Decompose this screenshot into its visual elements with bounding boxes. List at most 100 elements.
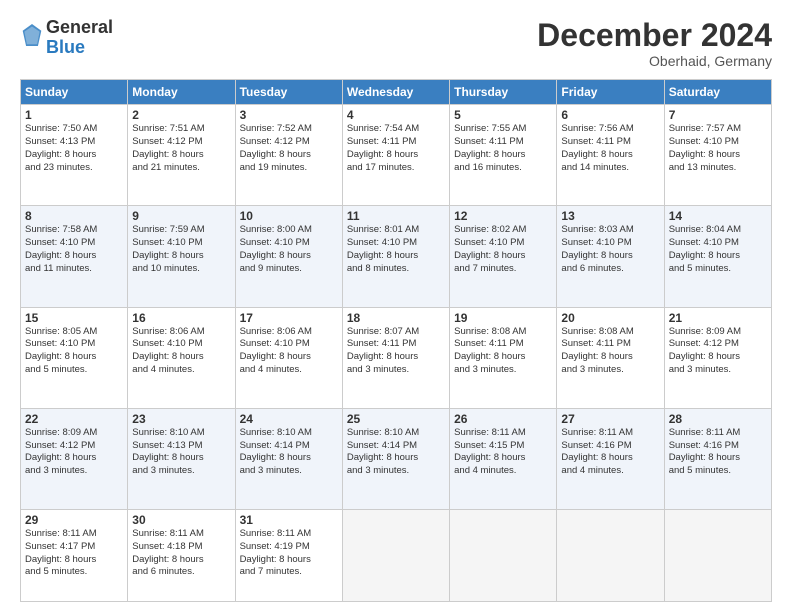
cell-line: and 5 minutes. (669, 465, 767, 478)
cell-line: and 19 minutes. (240, 162, 338, 175)
table-row: 15Sunrise: 8:05 AMSunset: 4:10 PMDayligh… (21, 307, 128, 408)
cell-line: Sunrise: 8:11 AM (454, 427, 552, 440)
cell-line: Sunrise: 8:10 AM (132, 427, 230, 440)
cell-line: Sunset: 4:10 PM (669, 237, 767, 250)
table-row (664, 509, 771, 601)
cell-line: Sunrise: 8:02 AM (454, 224, 552, 237)
title-block: December 2024 Oberhaid, Germany (537, 18, 772, 69)
day-number: 4 (347, 108, 445, 122)
cell-line: and 16 minutes. (454, 162, 552, 175)
cell-line: and 5 minutes. (25, 566, 123, 579)
cell-line: and 3 minutes. (561, 364, 659, 377)
page: General Blue December 2024 Oberhaid, Ger… (0, 0, 792, 612)
cell-line: Daylight: 8 hours (669, 149, 767, 162)
cell-line: Sunrise: 8:01 AM (347, 224, 445, 237)
cell-line: Sunset: 4:10 PM (25, 237, 123, 250)
day-number: 2 (132, 108, 230, 122)
table-row: 18Sunrise: 8:07 AMSunset: 4:11 PMDayligh… (342, 307, 449, 408)
table-row: 19Sunrise: 8:08 AMSunset: 4:11 PMDayligh… (450, 307, 557, 408)
cell-line: Sunset: 4:12 PM (25, 440, 123, 453)
table-row: 12Sunrise: 8:02 AMSunset: 4:10 PMDayligh… (450, 206, 557, 307)
cell-line: Daylight: 8 hours (561, 351, 659, 364)
cell-line: Daylight: 8 hours (561, 452, 659, 465)
header: General Blue December 2024 Oberhaid, Ger… (20, 18, 772, 69)
day-number: 7 (669, 108, 767, 122)
cell-line: and 3 minutes. (240, 465, 338, 478)
table-row: 28Sunrise: 8:11 AMSunset: 4:16 PMDayligh… (664, 408, 771, 509)
cell-line: and 4 minutes. (454, 465, 552, 478)
cell-line: Sunrise: 8:11 AM (132, 528, 230, 541)
day-number: 13 (561, 209, 659, 223)
cell-line: Sunset: 4:16 PM (669, 440, 767, 453)
cell-line: and 3 minutes. (347, 465, 445, 478)
table-row: 10Sunrise: 8:00 AMSunset: 4:10 PMDayligh… (235, 206, 342, 307)
cell-line: Sunrise: 7:50 AM (25, 123, 123, 136)
table-row: 20Sunrise: 8:08 AMSunset: 4:11 PMDayligh… (557, 307, 664, 408)
table-row: 14Sunrise: 8:04 AMSunset: 4:10 PMDayligh… (664, 206, 771, 307)
cell-line: Sunrise: 8:09 AM (669, 326, 767, 339)
cell-line: Sunset: 4:12 PM (132, 136, 230, 149)
table-row: 5Sunrise: 7:55 AMSunset: 4:11 PMDaylight… (450, 105, 557, 206)
cell-line: Sunset: 4:11 PM (347, 338, 445, 351)
cell-line: Daylight: 8 hours (240, 351, 338, 364)
cell-line: Sunset: 4:12 PM (669, 338, 767, 351)
cell-line: Sunset: 4:10 PM (454, 237, 552, 250)
calendar: Sunday Monday Tuesday Wednesday Thursday… (20, 79, 772, 602)
cell-line: and 21 minutes. (132, 162, 230, 175)
table-row: 13Sunrise: 8:03 AMSunset: 4:10 PMDayligh… (557, 206, 664, 307)
cell-line: Daylight: 8 hours (132, 452, 230, 465)
day-number: 10 (240, 209, 338, 223)
day-number: 23 (132, 412, 230, 426)
cell-line: Daylight: 8 hours (454, 351, 552, 364)
cell-line: Sunrise: 8:03 AM (561, 224, 659, 237)
cell-line: and 8 minutes. (347, 263, 445, 276)
table-row: 17Sunrise: 8:06 AMSunset: 4:10 PMDayligh… (235, 307, 342, 408)
cell-line: Sunrise: 8:06 AM (132, 326, 230, 339)
day-number: 15 (25, 311, 123, 325)
cell-line: and 3 minutes. (25, 465, 123, 478)
day-number: 17 (240, 311, 338, 325)
cell-line: Sunrise: 7:56 AM (561, 123, 659, 136)
cell-line: and 17 minutes. (347, 162, 445, 175)
calendar-week-row: 22Sunrise: 8:09 AMSunset: 4:12 PMDayligh… (21, 408, 772, 509)
cell-line: Daylight: 8 hours (347, 250, 445, 263)
cell-line: Sunset: 4:10 PM (240, 338, 338, 351)
cell-line: and 14 minutes. (561, 162, 659, 175)
cell-line: Sunrise: 7:57 AM (669, 123, 767, 136)
month-title: December 2024 (537, 18, 772, 53)
day-number: 16 (132, 311, 230, 325)
day-number: 27 (561, 412, 659, 426)
cell-line: Sunrise: 8:04 AM (669, 224, 767, 237)
cell-line: Daylight: 8 hours (240, 452, 338, 465)
cell-line: and 6 minutes. (132, 566, 230, 579)
day-number: 19 (454, 311, 552, 325)
cell-line: and 4 minutes. (561, 465, 659, 478)
table-row: 6Sunrise: 7:56 AMSunset: 4:11 PMDaylight… (557, 105, 664, 206)
cell-line: Daylight: 8 hours (669, 250, 767, 263)
cell-line: Daylight: 8 hours (25, 149, 123, 162)
cell-line: Daylight: 8 hours (240, 149, 338, 162)
cell-line: and 3 minutes. (132, 465, 230, 478)
cell-line: Sunrise: 8:11 AM (669, 427, 767, 440)
table-row: 31Sunrise: 8:11 AMSunset: 4:19 PMDayligh… (235, 509, 342, 601)
table-row: 24Sunrise: 8:10 AMSunset: 4:14 PMDayligh… (235, 408, 342, 509)
cell-line: Sunset: 4:11 PM (561, 136, 659, 149)
location: Oberhaid, Germany (537, 53, 772, 69)
cell-line: Daylight: 8 hours (347, 351, 445, 364)
cell-line: Daylight: 8 hours (669, 351, 767, 364)
cell-line: Sunset: 4:10 PM (669, 136, 767, 149)
calendar-week-row: 8Sunrise: 7:58 AMSunset: 4:10 PMDaylight… (21, 206, 772, 307)
logo-text: General Blue (46, 18, 113, 58)
table-row: 22Sunrise: 8:09 AMSunset: 4:12 PMDayligh… (21, 408, 128, 509)
cell-line: Daylight: 8 hours (347, 452, 445, 465)
col-sunday: Sunday (21, 80, 128, 105)
cell-line: Sunrise: 8:00 AM (240, 224, 338, 237)
table-row: 23Sunrise: 8:10 AMSunset: 4:13 PMDayligh… (128, 408, 235, 509)
day-number: 30 (132, 513, 230, 527)
cell-line: Sunset: 4:15 PM (454, 440, 552, 453)
cell-line: Daylight: 8 hours (454, 452, 552, 465)
cell-line: Sunrise: 8:11 AM (240, 528, 338, 541)
cell-line: Sunrise: 8:09 AM (25, 427, 123, 440)
cell-line: and 5 minutes. (669, 263, 767, 276)
cell-line: Sunset: 4:17 PM (25, 541, 123, 554)
